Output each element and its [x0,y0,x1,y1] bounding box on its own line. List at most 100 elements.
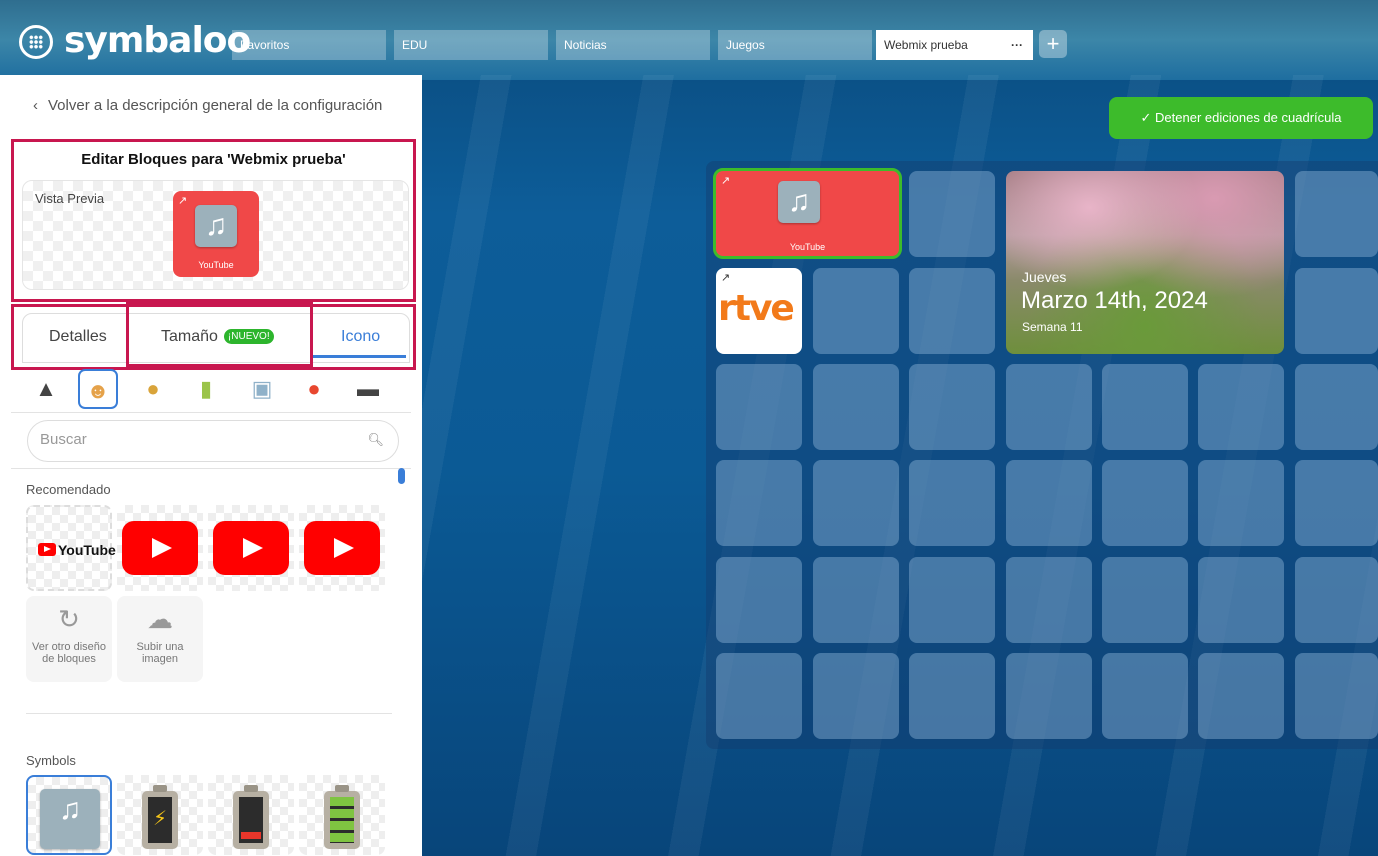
stop-grid-edit-label: Detener ediciones de cuadrícula [1155,110,1342,125]
empty-grid-cell[interactable] [813,364,899,450]
external-link-icon: ↗ [178,195,188,207]
empty-grid-cell[interactable] [909,171,995,257]
grid-menu-icon[interactable] [19,25,53,59]
youtube-red-option[interactable] [208,505,294,591]
pencil-icon[interactable]: ▮ [186,369,226,409]
youtube-logo-text: YouTube [58,542,116,558]
tab-detalles[interactable]: Detalles [49,328,107,346]
tab-webmix-prueba[interactable]: Webmix prueba ··· [876,30,1033,60]
edit-title: Editar Bloques para 'Webmix prueba' [81,151,346,168]
youtube-red-option[interactable] [299,505,385,591]
tab-label: Favoritos [240,38,290,52]
hat-icon[interactable]: ▬ [348,369,388,409]
empty-grid-cell[interactable] [1006,460,1092,546]
empty-grid-cell[interactable] [1006,557,1092,643]
empty-grid-cell[interactable] [1198,557,1284,643]
tab-edu[interactable]: EDU [394,30,548,60]
search-input[interactable] [40,431,360,448]
empty-grid-cell[interactable] [909,268,995,354]
washer-icon[interactable]: ▣ [242,369,282,409]
stop-grid-edit-button[interactable]: ✓ Detener ediciones de cuadrícula [1109,97,1373,139]
tab-more-icon[interactable]: ··· [1011,30,1023,60]
rtve-tile[interactable]: ↗ rtve [716,268,802,354]
empty-grid-cell[interactable] [1295,171,1378,257]
empty-grid-cell[interactable] [813,268,899,354]
other-design-button[interactable]: ↻ Ver otro diseño de bloques [26,596,112,682]
search-icon[interactable]: 🔍︎ [367,432,384,448]
tab-juegos[interactable]: Juegos [718,30,872,60]
preview-area: Vista Previa ↗ YouTube [22,180,409,290]
upload-image-button[interactable]: ☁ Subir una imagen [117,596,203,682]
symbol-music-option[interactable] [26,775,112,855]
empty-grid-cell[interactable] [813,460,899,546]
image-icon[interactable]: ▲ [26,369,66,409]
empty-grid-cell[interactable] [1102,460,1188,546]
tab-label: Juegos [726,38,765,52]
recommended-heading: Recomendado [26,482,111,497]
empty-grid-cell[interactable] [716,557,802,643]
empty-grid-cell[interactable] [813,653,899,739]
empty-grid-cell[interactable] [1198,364,1284,450]
icon-category-bar: ▲ ☻ ● ▮ ▣ ● ▬ [20,365,400,413]
refresh-icon: ↻ [58,604,80,634]
tab-label: Noticias [564,38,607,52]
empty-grid-cell[interactable] [716,460,802,546]
empty-grid-cell[interactable] [1295,268,1378,354]
date-widget-tile[interactable]: Jueves Marzo 14th, 2024 Semana 11 [1006,171,1284,354]
active-tab-underline [313,355,406,358]
play-icon [213,521,289,575]
symbols-heading: Symbols [26,753,76,768]
empty-grid-cell[interactable] [1006,653,1092,739]
rtve-logo: rtve [718,288,795,329]
edit-header-box: Editar Bloques para 'Webmix prueba' Vist… [11,139,416,302]
chevron-left-icon: ‹ [33,97,38,114]
empty-grid-cell[interactable] [1295,557,1378,643]
empty-grid-cell[interactable] [1198,653,1284,739]
empty-grid-cell[interactable] [1295,364,1378,450]
empty-grid-cell[interactable] [813,557,899,643]
youtube-tile-caption: YouTube [789,242,826,252]
tab-icono[interactable]: Icono [341,328,380,346]
add-tab-button[interactable]: + [1039,30,1067,58]
empty-grid-cell[interactable] [1295,460,1378,546]
empty-grid-cell[interactable] [716,653,802,739]
date-day: Jueves [1022,269,1067,285]
empty-grid-cell[interactable] [1102,653,1188,739]
youtube-red-option[interactable] [117,505,203,591]
empty-grid-cell[interactable] [1198,460,1284,546]
external-link-icon: ↗ [721,272,731,284]
symbol-battery-charging-option[interactable]: ⚡︎ [117,775,203,855]
symbol-battery-low-option[interactable] [208,775,294,855]
empty-grid-cell[interactable] [909,364,995,450]
edit-panel: ‹ Volver a la descripción general de la c… [0,75,422,856]
battery-full-icon [324,785,360,849]
empty-grid-cell[interactable] [1102,557,1188,643]
back-link[interactable]: ‹ Volver a la descripción general de la c… [33,97,422,114]
size-tab-highlight [126,302,313,367]
tab-favoritos[interactable]: Favoritos [232,30,386,60]
top-bar: symbaloo Favoritos EDU Noticias Juegos W… [0,0,1378,75]
symbol-battery-full-option[interactable] [299,775,385,855]
empty-grid-cell[interactable] [909,557,995,643]
date-week: Semana 11 [1022,320,1083,334]
empty-grid-cell[interactable] [909,653,995,739]
preview-tile-caption: YouTube [198,260,234,270]
empty-grid-cell[interactable] [1006,364,1092,450]
youtube-tile[interactable]: ↗ YouTube [713,168,902,259]
battery-charging-icon: ⚡︎ [142,785,178,849]
empty-grid-cell[interactable] [909,460,995,546]
youtube-logo-option[interactable]: YouTube [26,505,116,591]
back-label: Volver a la descripción general de la co… [48,97,383,114]
external-link-icon: ↗ [721,175,731,187]
empty-grid-cell[interactable] [716,364,802,450]
paw-icon[interactable]: ● [133,369,173,409]
empty-grid-cell[interactable] [1102,364,1188,450]
empty-grid-cell[interactable] [1295,653,1378,739]
symbaloo-logo[interactable]: symbaloo [64,20,251,61]
panel-scrollbar[interactable] [398,468,405,853]
tab-noticias[interactable]: Noticias [556,30,710,60]
person-icon[interactable]: ☻ [78,369,118,409]
preview-label: Vista Previa [35,191,105,206]
apple-icon[interactable]: ● [294,369,334,409]
play-icon [304,521,380,575]
